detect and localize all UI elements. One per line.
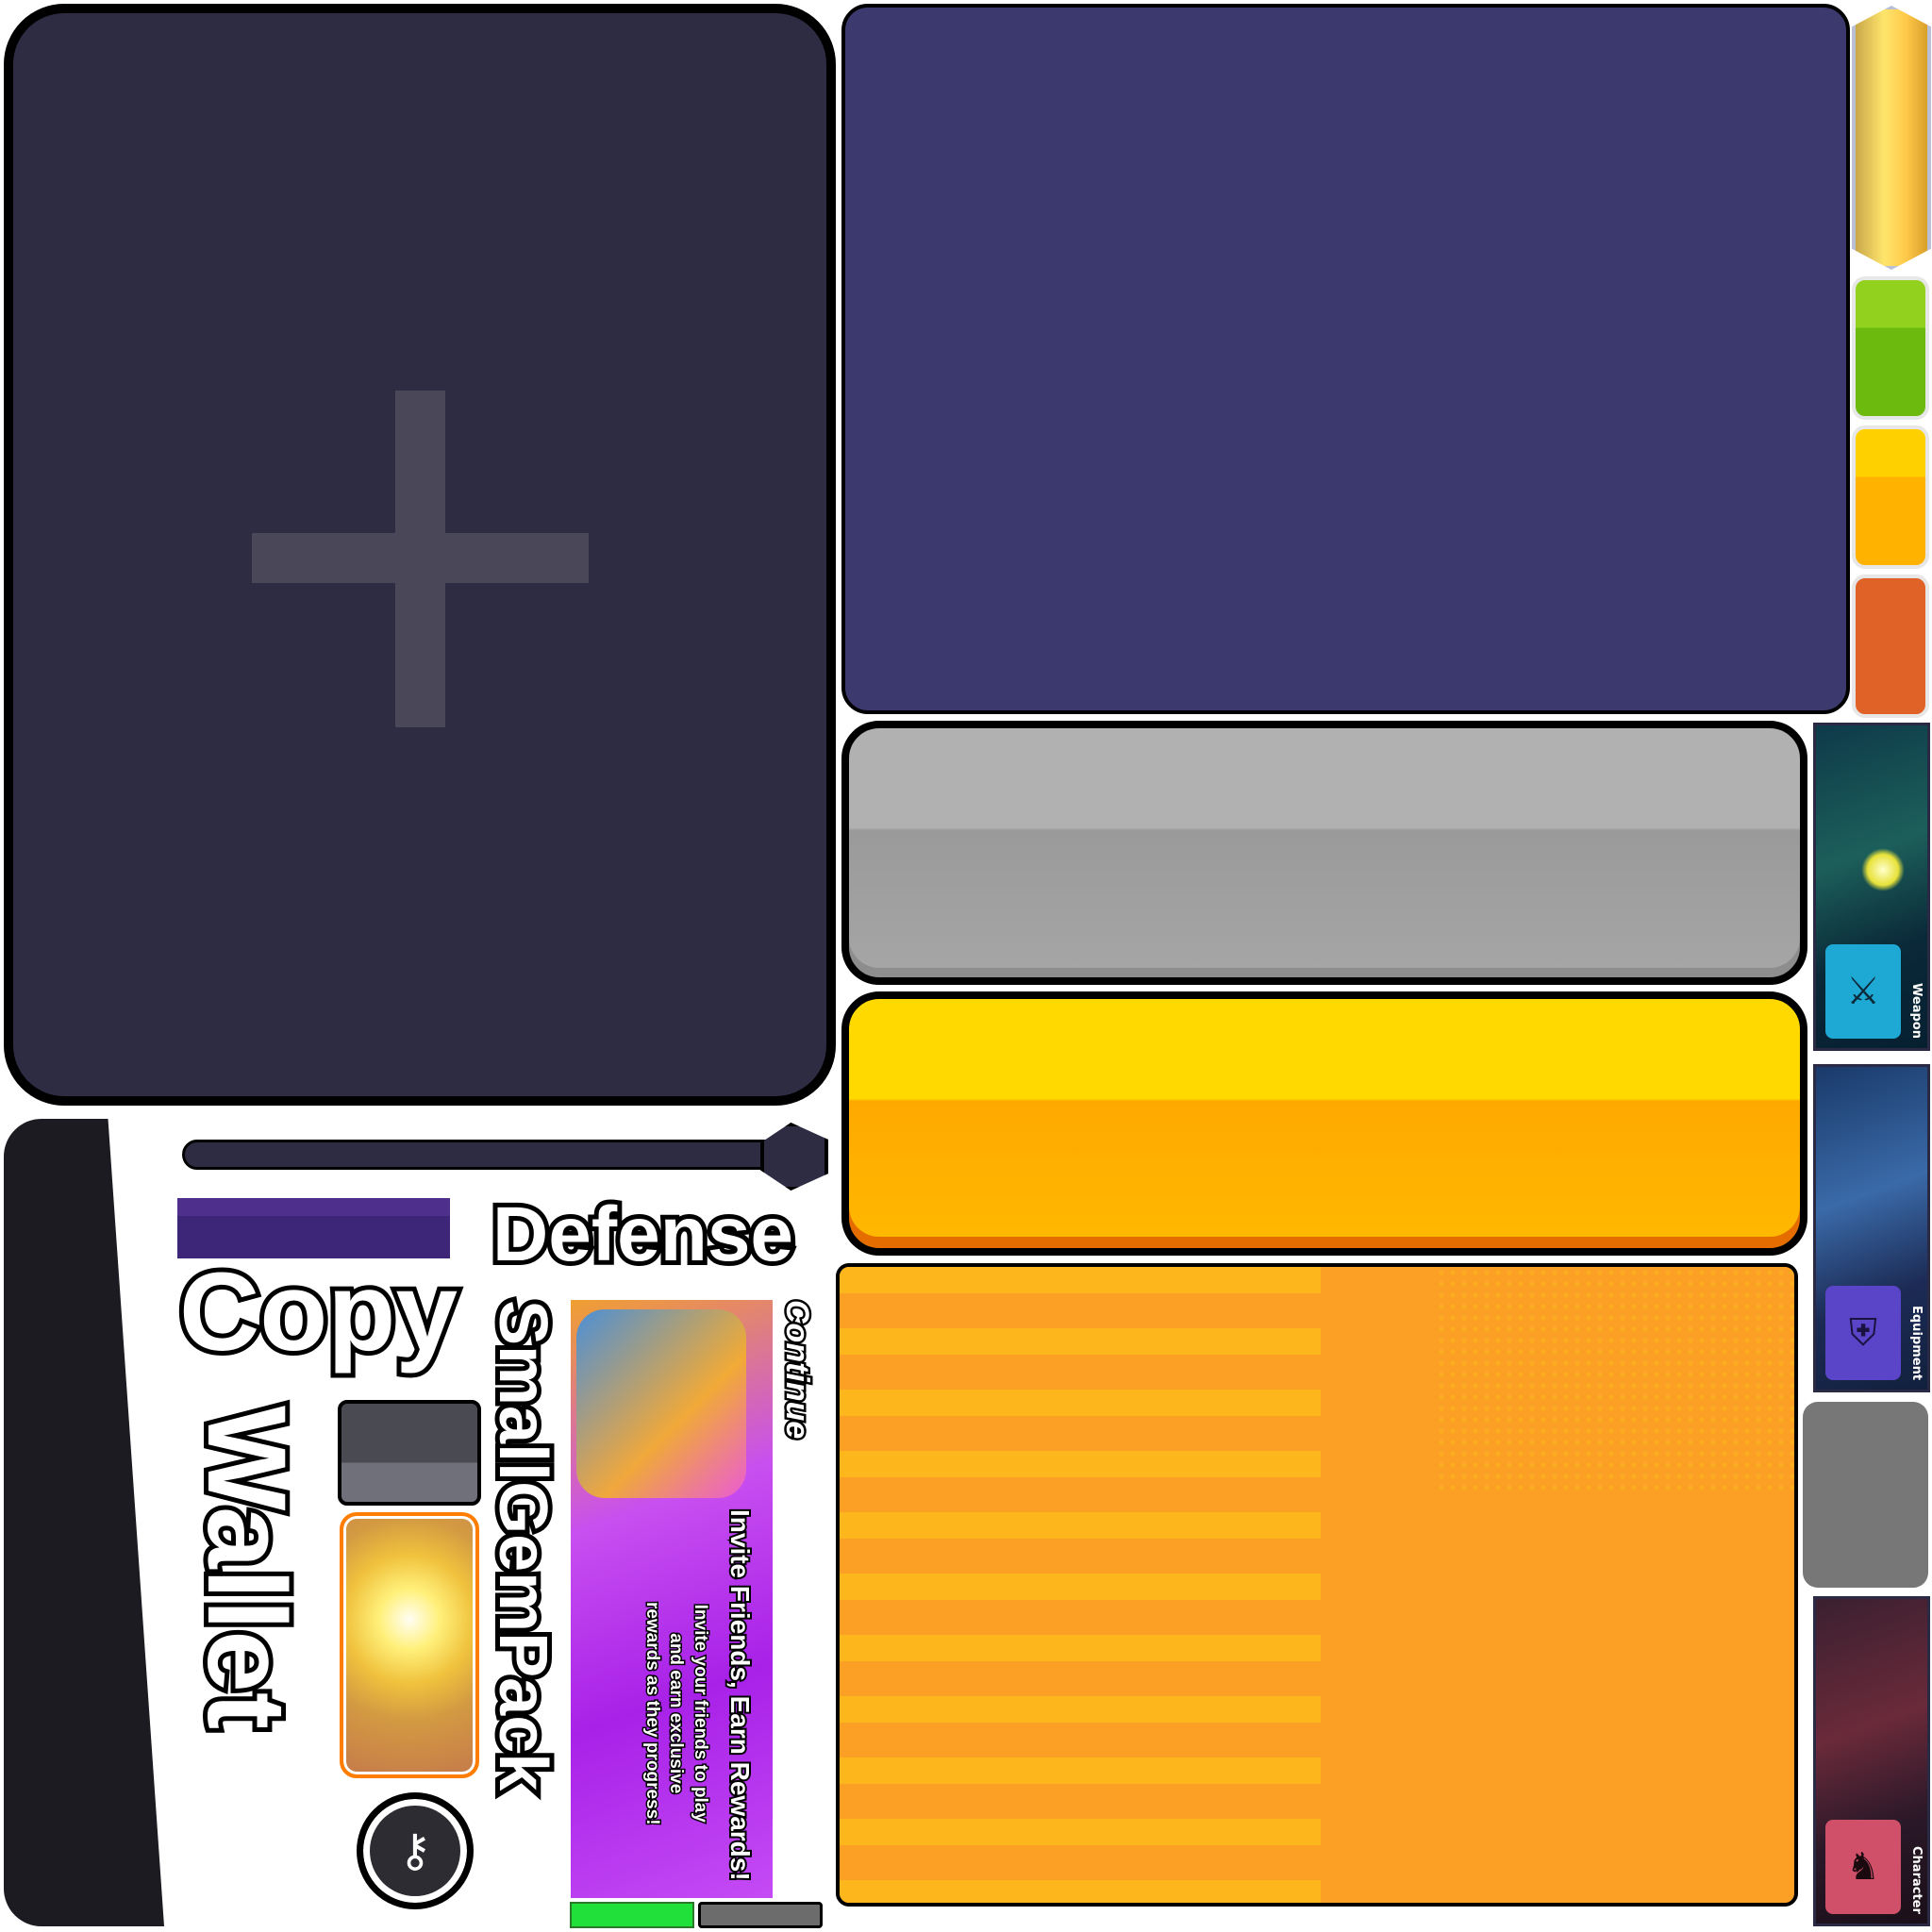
panel-stripes (840, 1267, 1321, 1903)
green-slot-button[interactable] (1852, 276, 1929, 420)
tab-equipment[interactable]: ⛨ Equipment (1813, 1064, 1930, 1392)
green-progress-bar (570, 1902, 694, 1928)
promo-body-line2: and earn exclusive (665, 1632, 688, 1795)
slider-knob[interactable] (760, 1123, 828, 1191)
promo-body: Invite your friends to play and earn exc… (640, 1601, 712, 1827)
small-gem-pack-label: SmallGemPack (480, 1295, 565, 1795)
silhouette-icon: ♞ (1825, 1820, 1901, 1914)
promo-title: Invite Friends, Earn Rewards! (724, 1507, 757, 1883)
dark-slot[interactable] (338, 1400, 481, 1506)
tab-equipment-label: Equipment (1909, 1305, 1924, 1380)
invite-promo-banner[interactable]: Invite Friends, Earn Rewards! Invite you… (571, 1300, 773, 1898)
key-icon: ⚷ (398, 1824, 432, 1877)
tab-character-label: Character (1909, 1846, 1924, 1914)
gray-bar-button[interactable] (698, 1902, 823, 1928)
panel-halftone (1436, 1267, 1794, 1493)
continue-label[interactable]: Continue (777, 1298, 818, 1441)
defense-label: Defense (488, 1191, 798, 1278)
indigo-panel (841, 4, 1850, 714)
tab-character[interactable]: ♞ Character (1813, 1596, 1930, 1926)
yellow-button[interactable] (841, 991, 1807, 1256)
key-button[interactable]: ⚷ (357, 1792, 474, 1909)
promo-body-line3: rewards as they progress! (641, 1601, 663, 1827)
yellow-slot-button[interactable] (1852, 425, 1929, 569)
promo-artwork (576, 1309, 746, 1498)
orange-slot-button[interactable] (1852, 575, 1929, 718)
copy-label[interactable]: Copy (175, 1252, 462, 1373)
orange-striped-panel (836, 1263, 1798, 1907)
promo-body-line1: Invite your friends to play (690, 1603, 712, 1824)
wallet-label: Wallet (179, 1401, 313, 1734)
gold-emblem-frame (1852, 6, 1931, 270)
helmet-icon: ⛨ (1825, 1286, 1901, 1380)
energy-orb-icon (1861, 848, 1905, 891)
side-bar-panel (4, 1119, 164, 1926)
slider-track[interactable] (182, 1140, 786, 1170)
glow-card (340, 1512, 479, 1778)
gray-button[interactable] (841, 721, 1807, 985)
tab-weapon-label: Weapon (1909, 983, 1924, 1039)
tab-weapon[interactable]: ⚔ Weapon (1813, 723, 1930, 1051)
sword-icon: ⚔ (1825, 944, 1901, 1039)
plus-icon-vertical (395, 391, 445, 727)
gray-slot[interactable] (1803, 1402, 1928, 1588)
